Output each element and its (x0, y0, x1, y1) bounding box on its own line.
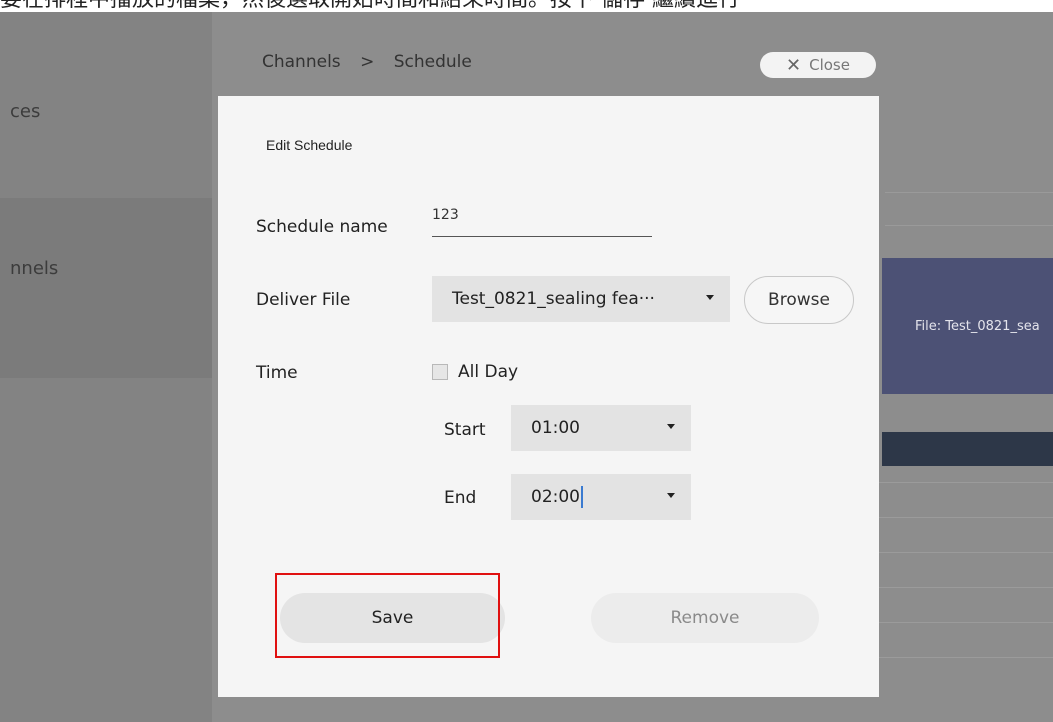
end-time-value: 02:00 (531, 487, 580, 507)
start-time-dropdown[interactable]: 01:00 (511, 405, 691, 451)
sidebar-item-channels[interactable]: nnels (0, 198, 212, 378)
all-day-option[interactable]: All Day (432, 362, 518, 382)
deliver-file-value: Test_0821_sealing fea··· (452, 289, 655, 309)
background-grid (885, 192, 1053, 258)
close-icon: ✕ (786, 54, 802, 76)
text-cursor (581, 486, 583, 508)
end-label: End (444, 488, 477, 508)
dialog-title: Edit Schedule (266, 137, 353, 153)
close-label: Close (809, 56, 850, 74)
schedule-name-label: Schedule name (256, 217, 388, 237)
instruction-caption: 要在排程中播放的檔案，然後選取開始時間和結束時間。按下 儲存 繼續進行 (0, 0, 1053, 12)
save-highlight-box (275, 573, 500, 658)
chevron-down-icon (667, 424, 675, 429)
chevron-down-icon (667, 493, 675, 498)
breadcrumb: Channels > Schedule (262, 52, 486, 72)
all-day-label: All Day (458, 362, 519, 382)
schedule-name-underline (432, 236, 652, 237)
deliver-file-dropdown[interactable]: Test_0821_sealing fea··· (432, 276, 730, 322)
timeline-header-bar (882, 432, 1053, 466)
sidebar-item-label: ces (10, 101, 41, 122)
start-time-value: 01:00 (531, 418, 580, 438)
breadcrumb-separator: > (360, 52, 375, 72)
breadcrumb-channels[interactable]: Channels (262, 52, 341, 72)
sidebar-item-label: nnels (10, 258, 59, 279)
sidebar: ces nnels (0, 12, 212, 722)
schedule-event-block[interactable]: File: Test_0821_sea (882, 258, 1053, 394)
deliver-file-label: Deliver File (256, 290, 351, 310)
close-button[interactable]: ✕ Close (760, 52, 876, 78)
all-day-checkbox[interactable] (432, 364, 448, 380)
schedule-name-input[interactable]: 123 (432, 207, 459, 223)
time-label: Time (256, 363, 298, 383)
end-time-dropdown[interactable]: 02:00 (511, 474, 691, 520)
chevron-down-icon (706, 295, 714, 300)
remove-button[interactable]: Remove (591, 593, 819, 643)
sidebar-item-devices[interactable]: ces (0, 82, 212, 142)
schedule-event-label: File: Test_0821_sea (915, 318, 1040, 334)
breadcrumb-schedule: Schedule (393, 52, 472, 72)
browse-button[interactable]: Browse (744, 276, 854, 324)
start-label: Start (444, 420, 486, 440)
